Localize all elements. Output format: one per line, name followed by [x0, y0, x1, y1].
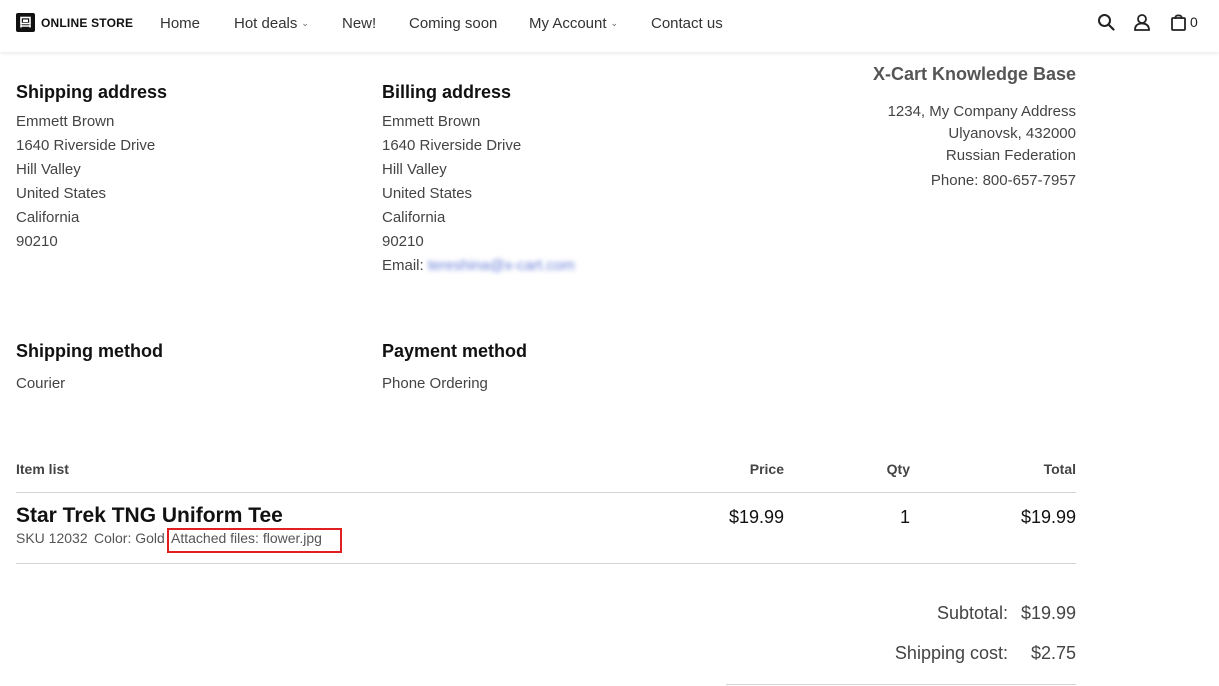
billing-address-title: Billing address [382, 82, 512, 102]
column-header-total: Total [1043, 461, 1076, 477]
product-color: Color: Gold [94, 530, 165, 546]
product-name[interactable]: Star Trek TNG Uniform Tee [16, 504, 283, 528]
billing-address-line: California [382, 209, 446, 226]
billing-address-line: United States [382, 185, 473, 202]
shipping-address-line: Emmett Brown [16, 113, 115, 130]
nav-new-label: New! [342, 14, 377, 32]
payment-method-title: Payment method [382, 341, 528, 361]
nav-home-label: Home [160, 14, 201, 32]
shipping-address-line: 90210 [16, 233, 58, 250]
shipping-address-line: 1640 Riverside Drive [16, 137, 156, 154]
totals-divider [726, 684, 1076, 685]
nav-contact-us[interactable]: Contact us [651, 0, 723, 46]
shipping-address-title: Shipping address [16, 82, 168, 102]
billing-address-line: 1640 Riverside Drive [382, 137, 522, 154]
subtotal-value: $19.99 [1020, 603, 1076, 623]
subtotal-label: Subtotal: [936, 603, 1008, 623]
shipping-address-line: California [16, 209, 80, 226]
shipping-method-title: Shipping method [16, 341, 163, 361]
billing-address-line: 90210 [382, 233, 424, 250]
user-icon[interactable] [1133, 13, 1151, 36]
nav-new[interactable]: New! [342, 0, 376, 46]
store-logo-icon [16, 13, 35, 32]
nav-hot-deals[interactable]: Hot deals ⌄ [234, 0, 309, 46]
table-divider [16, 492, 1076, 493]
column-header-price: Price [749, 461, 784, 477]
nav-coming-soon[interactable]: Coming soon [409, 0, 497, 46]
table-divider [16, 563, 1076, 564]
company-address-line: 1234, My Company Address [887, 103, 1076, 120]
product-sku: SKU 12032 [16, 530, 88, 546]
chevron-down-icon: ⌄ [610, 17, 619, 28]
billing-address-line: Hill Valley [382, 161, 447, 178]
nav-my-account[interactable]: My Account ⌄ [529, 0, 618, 46]
cart-count: 0 [1190, 14, 1198, 30]
column-header-item-list: Item list [16, 461, 69, 477]
billing-email-label: Email: [382, 257, 424, 274]
column-header-qty: Qty [886, 461, 910, 477]
payment-method-value: Phone Ordering [382, 375, 488, 392]
product-price: $19.99 [728, 507, 784, 527]
nav-my-account-label: My Account [529, 14, 607, 32]
billing-address-line: Emmett Brown [382, 113, 481, 130]
product-total: $19.99 [1020, 507, 1076, 527]
bag-icon[interactable] [1171, 13, 1186, 36]
company-phone: Phone: 800-657-7957 [930, 172, 1076, 189]
shipping-address-line: United States [16, 185, 107, 202]
shipping-cost-label: Shipping cost: [894, 643, 1008, 663]
billing-email-value[interactable]: tereshina@x-cart.com [428, 257, 575, 274]
chevron-down-icon: ⌄ [301, 17, 309, 28]
company-address-line: Ulyanovsk, 432000 [948, 125, 1076, 142]
search-icon[interactable] [1097, 13, 1115, 36]
store-logo[interactable]: ONLINE STORE [16, 13, 133, 32]
company-name: X-Cart Knowledge Base [872, 64, 1076, 84]
product-qty: 1 [899, 507, 910, 527]
shipping-address-line: Hill Valley [16, 161, 81, 178]
nav-hot-deals-label: Hot deals [234, 14, 298, 32]
nav-home[interactable]: Home [160, 0, 200, 46]
shipping-cost-value: $2.75 [1030, 643, 1076, 663]
top-navigation-bar: ONLINE STORE Home Hot deals ⌄ New! Comin… [0, 0, 1219, 52]
billing-email: Email: tereshina@x-cart.com [382, 257, 575, 274]
store-logo-text: ONLINE STORE [41, 15, 134, 30]
company-address-line: Russian Federation [945, 147, 1076, 164]
nav-contact-us-label: Contact us [651, 14, 723, 32]
shipping-method-value: Courier [16, 375, 66, 392]
highlight-box [167, 528, 342, 553]
nav-coming-soon-label: Coming soon [409, 14, 498, 32]
